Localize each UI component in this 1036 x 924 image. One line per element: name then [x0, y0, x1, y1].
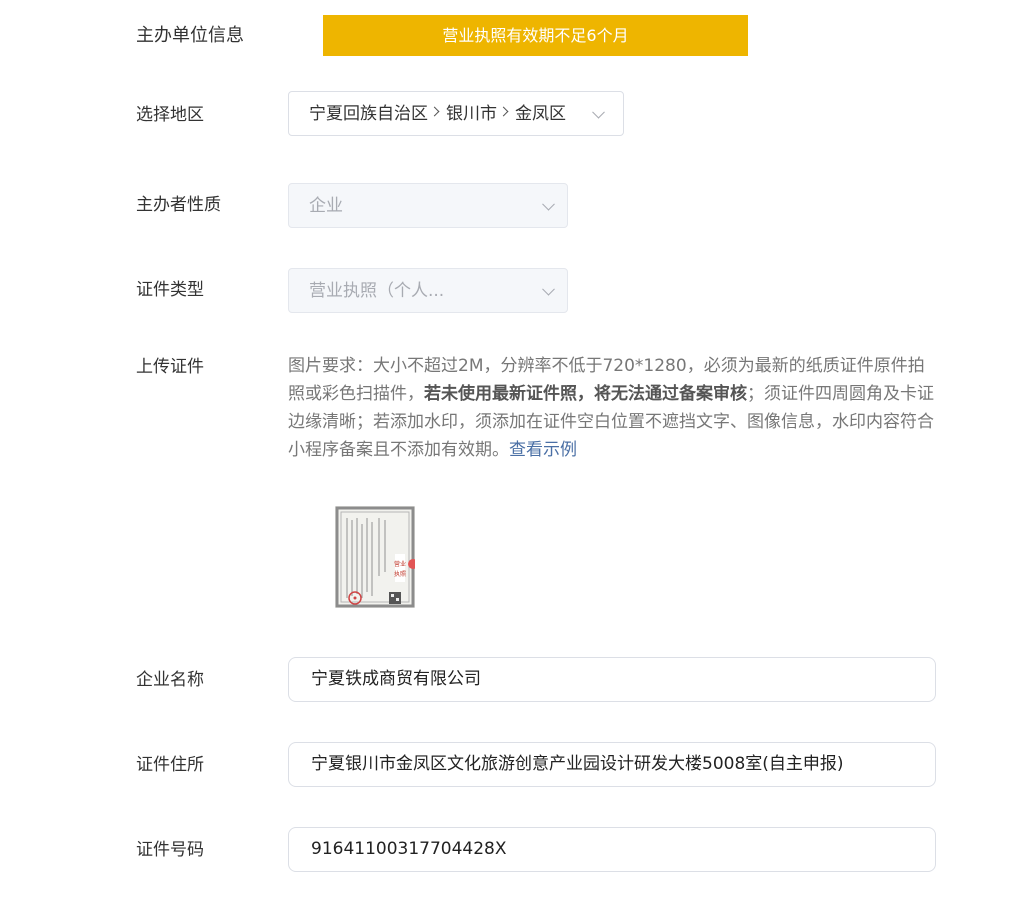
region-district: 金凤区: [515, 103, 566, 124]
section-title: 主办单位信息: [136, 25, 244, 46]
company-name-field[interactable]: 宁夏铁成商贸有限公司: [288, 657, 936, 702]
certificate-address-field[interactable]: 宁夏银川市金凤区文化旅游创意产业园设计研发大楼5008室(自主申报): [288, 742, 936, 787]
license-expiry-warning-banner: 营业执照有效期不足6个月: [323, 15, 748, 56]
certificate-number-label: 证件号码: [136, 840, 204, 860]
organizer-type-select[interactable]: 企业: [288, 183, 568, 228]
region-label: 选择地区: [136, 105, 204, 125]
company-name-label: 企业名称: [136, 670, 204, 690]
certificate-type-label: 证件类型: [136, 280, 204, 300]
organizer-type-label: 主办者性质: [136, 195, 221, 215]
certificate-type-select[interactable]: 营业执照（个人...: [288, 268, 568, 313]
upload-requirements: 图片要求：大小不超过2M，分辨率不低于720*1280，必须为最新的纸质证件原件…: [288, 352, 938, 464]
region-province: 宁夏回族自治区: [309, 103, 428, 124]
chevron-right-icon: [498, 106, 509, 117]
svg-text:执照: 执照: [394, 570, 406, 578]
region-city: 银川市: [446, 103, 497, 124]
upload-label: 上传证件: [136, 357, 204, 377]
chevron-down-icon: [592, 105, 605, 119]
uploaded-license-thumbnail[interactable]: 营业 执照: [335, 506, 418, 608]
chevron-down-icon: [542, 282, 555, 296]
upload-desc-warning: 若未使用最新证件照，将无法通过备案审核: [424, 384, 747, 404]
license-stamp-text: 营业: [394, 560, 406, 568]
certificate-address-label: 证件住所: [136, 755, 204, 775]
certificate-number-field[interactable]: 91641100317704428X: [288, 827, 936, 872]
region-select[interactable]: 宁夏回族自治区 银川市 金凤区: [288, 91, 624, 136]
chevron-right-icon: [429, 106, 440, 117]
chevron-down-icon: [542, 197, 555, 211]
license-image: 营业 执照: [335, 506, 418, 608]
view-example-link[interactable]: 查看示例: [509, 440, 577, 460]
organizer-type-value: 企业: [309, 195, 343, 216]
organizer-info-form: 主办单位信息 营业执照有效期不足6个月 选择地区 宁夏回族自治区 银川市 金凤区…: [0, 0, 1036, 924]
certificate-type-value: 营业执照（个人...: [309, 280, 445, 301]
